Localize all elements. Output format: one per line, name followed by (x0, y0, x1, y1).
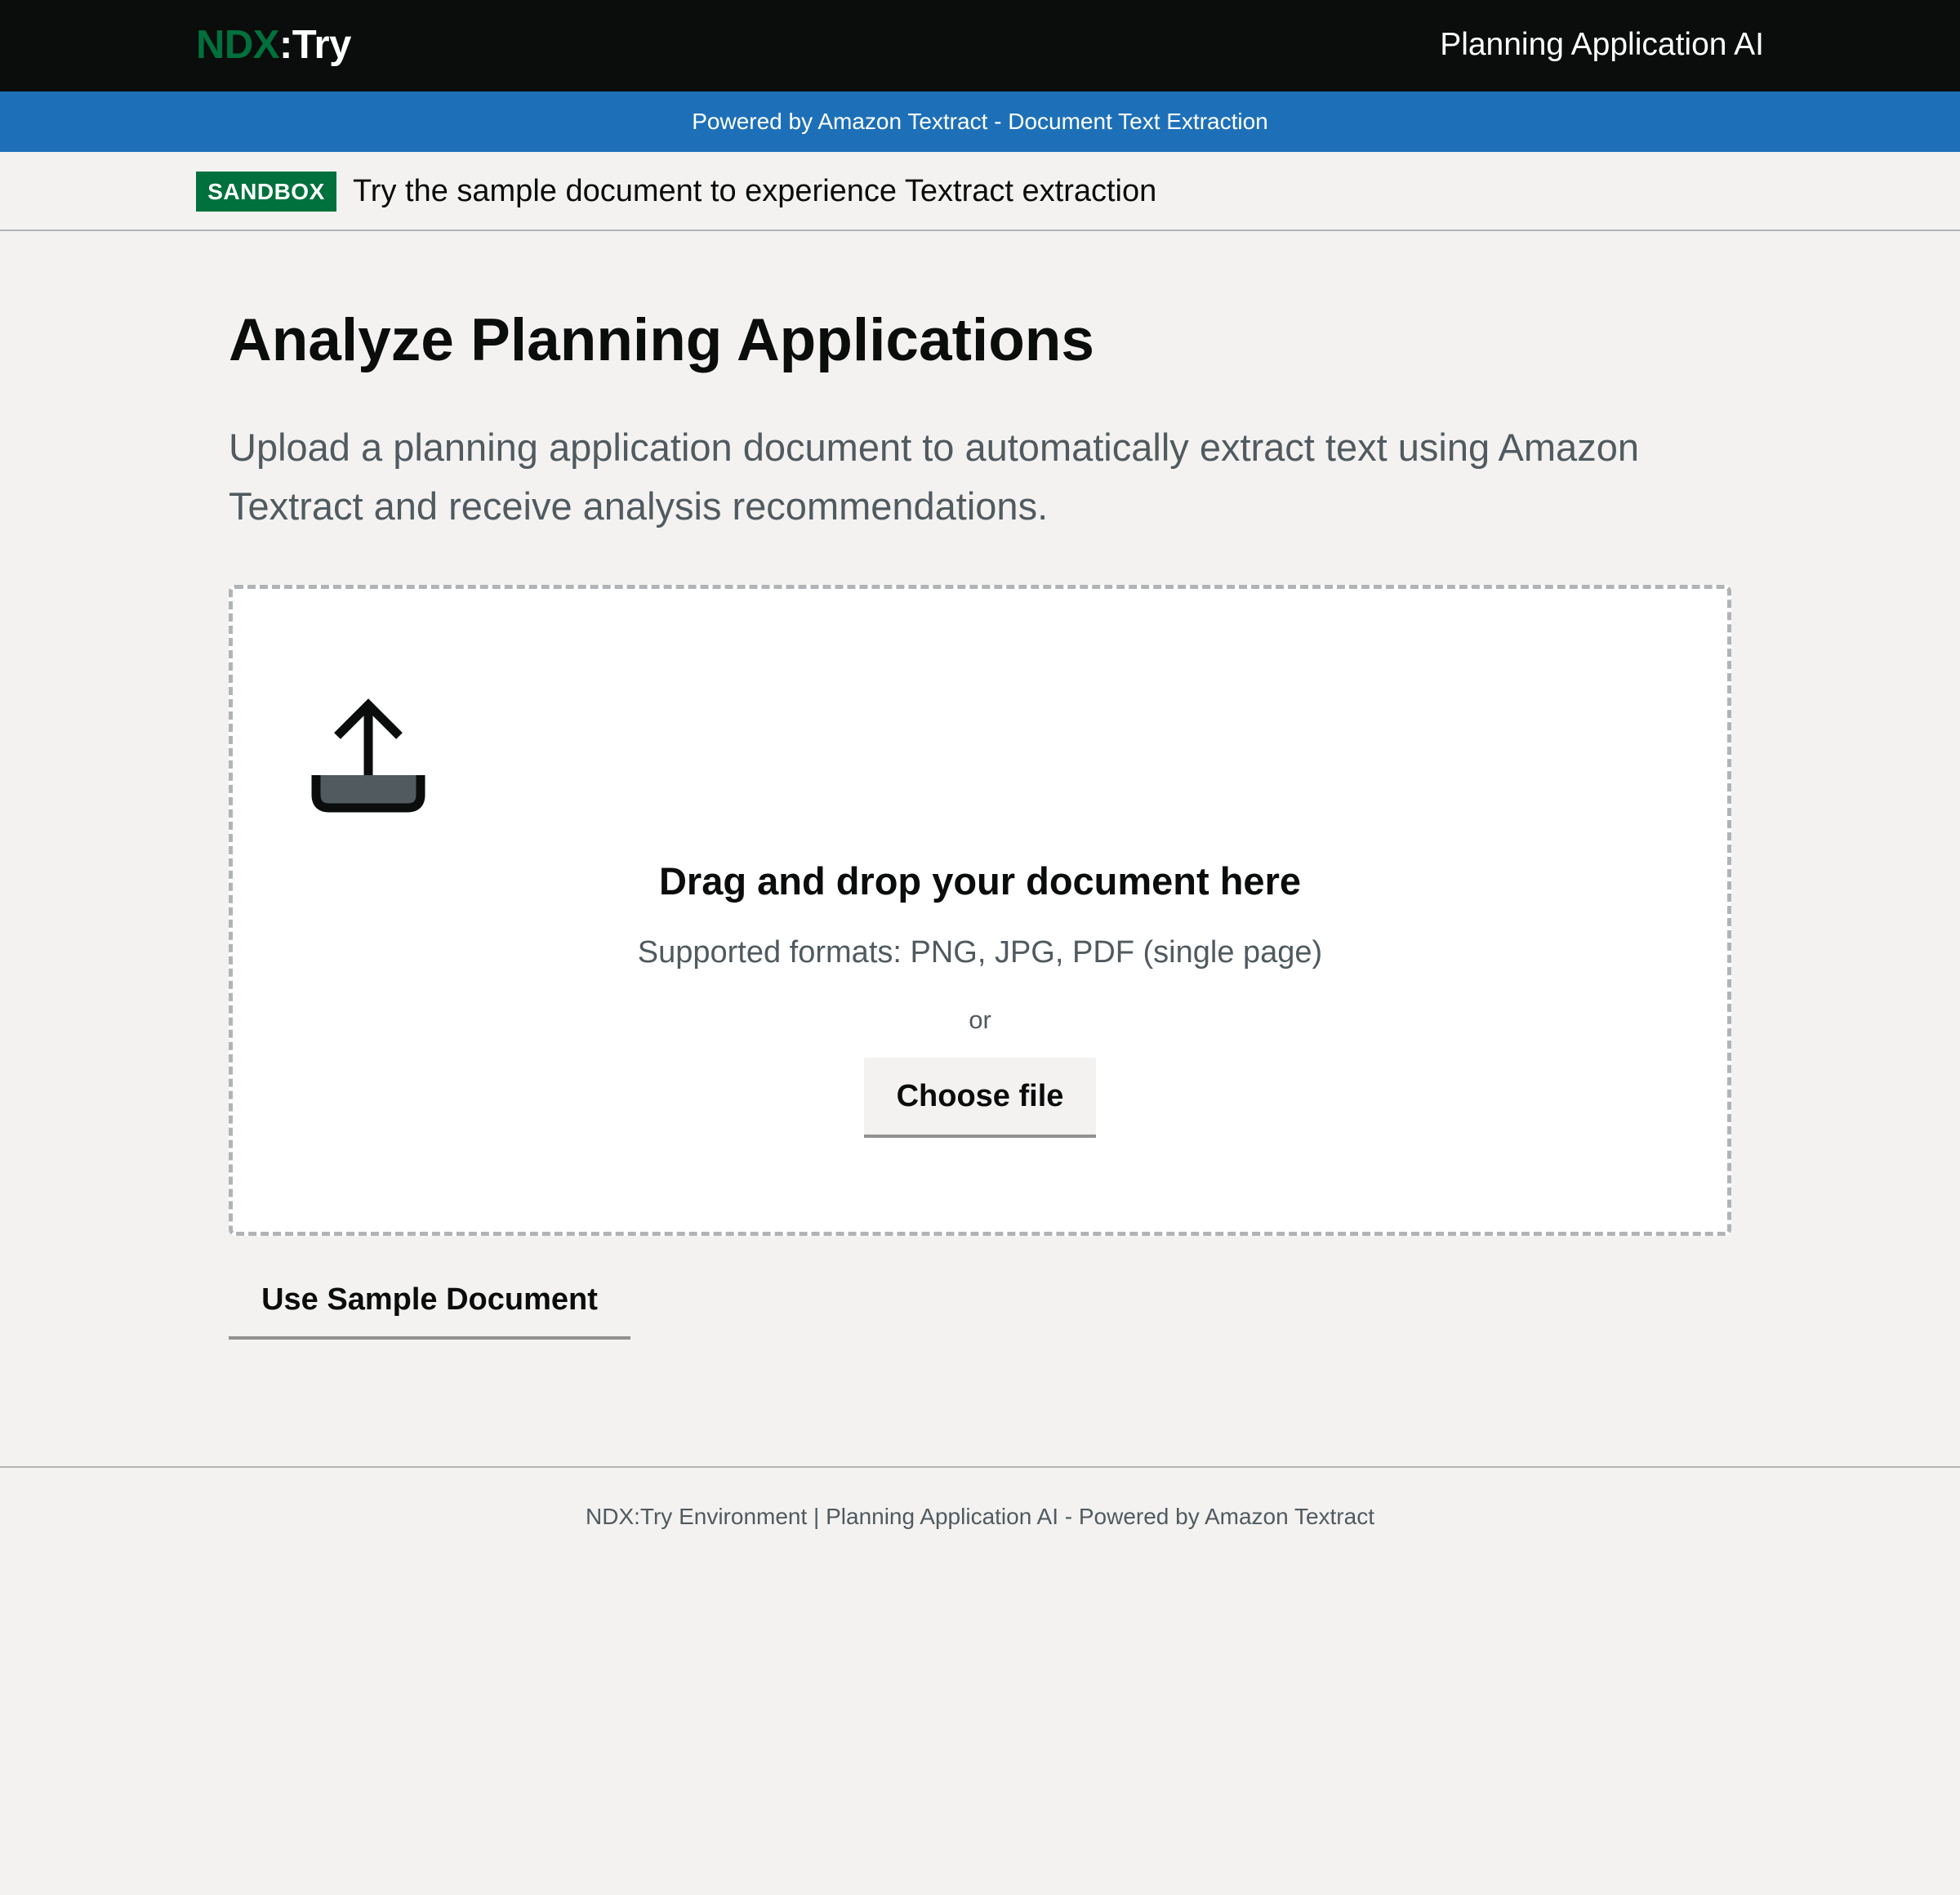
powered-by-banner: Powered by Amazon Textract - Document Te… (0, 91, 1960, 152)
page-title: Analyze Planning Applications (229, 307, 1094, 373)
site-footer: NDX:Try Environment | Planning Applicati… (0, 1466, 1960, 1566)
drop-zone-title: Drag and drop your document here (658, 859, 1302, 903)
logo[interactable]: NDX:Try (196, 22, 351, 68)
site-header: NDX:Try Planning Application AI (0, 0, 1960, 91)
choose-file-button[interactable]: Choose file (864, 1058, 1096, 1138)
footer-text: NDX:Try Environment | Planning Applicati… (586, 1504, 1374, 1529)
phase-banner-text: Try the sample document to experience Te… (353, 174, 1157, 208)
upload-icon (311, 698, 425, 813)
file-drop-zone[interactable]: Drag and drop your document here Support… (229, 585, 1731, 1236)
lead-paragraph: Upload a planning application document t… (229, 426, 1639, 528)
or-separator: or (969, 1005, 991, 1034)
use-sample-document-button[interactable]: Use Sample Document (229, 1263, 630, 1340)
service-name-link[interactable]: Planning Application AI (1440, 25, 1764, 65)
sandbox-tag: SANDBOX (196, 172, 336, 212)
logo-secondary: :Try (278, 23, 351, 67)
logo-primary: NDX (196, 23, 279, 67)
phase-banner: SANDBOX Try the sample document to exper… (0, 152, 1960, 231)
supported-formats-text: Supported formats: PNG, JPG, PDF (single… (637, 935, 1323, 970)
